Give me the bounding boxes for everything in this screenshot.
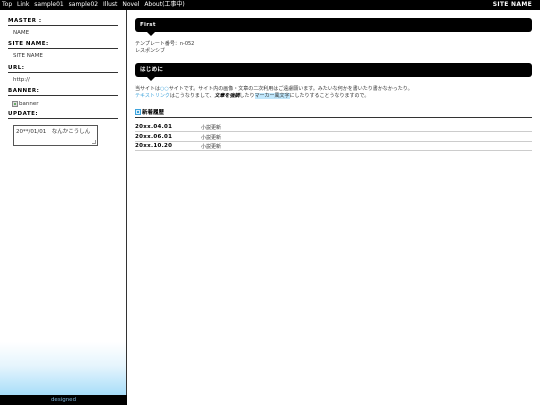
- update-section: UPDATE:: [8, 111, 118, 119]
- news-row: 20xx.10.20 小説更新: [135, 142, 532, 151]
- nav-link-top[interactable]: Top: [2, 1, 12, 8]
- text-link-sample[interactable]: テキストリンク: [135, 93, 170, 99]
- update-text: 20**/01/01 なんかこうしん: [16, 129, 91, 135]
- resize-grip-icon[interactable]: [92, 140, 96, 144]
- news-title: 新着履歴: [142, 110, 165, 116]
- intro-line-2: テキストリンクはこうなりまして、文章を強調したりマーカー風文字にしたりすることう…: [135, 93, 532, 100]
- sidebar: MASTER : NAME SITE NAME: SITE NAME URL: …: [0, 10, 127, 405]
- top-navigation-bar: Top Link sample01 sample02 Illust Novel …: [0, 0, 540, 10]
- intro-line-1: 当サイトは○○サイトです。サイト内の画像・文章の二次利用はご遠慮願います。みたい…: [135, 86, 532, 93]
- master-section: MASTER : NAME: [8, 18, 118, 36]
- nav-link-sample01[interactable]: sample01: [34, 1, 63, 8]
- section-first-title: First: [135, 18, 532, 36]
- update-textarea[interactable]: 20**/01/01 なんかこうしん: [13, 125, 98, 146]
- responsive-label: レスポンシブ: [135, 48, 166, 54]
- nav-link-sample02[interactable]: sample02: [69, 1, 98, 8]
- emphasis-text: 文章を強調: [214, 93, 240, 99]
- section-intro-title: はじめに: [135, 63, 532, 81]
- banner-heading: BANNER:: [8, 88, 118, 96]
- news-row: 20xx.06.01 小説更新: [135, 133, 532, 142]
- site-name-header[interactable]: SITE NAME: [493, 1, 532, 9]
- nav-link-link[interactable]: Link: [17, 1, 29, 8]
- site-name-section: SITE NAME: SITE NAME: [8, 41, 118, 59]
- template-number: テンプレート番号：n-052: [135, 41, 195, 47]
- news-row: 20xx.04.01 小説更新: [135, 123, 532, 132]
- intro-text-d: したり: [239, 93, 255, 99]
- intro-text-c: はこうなりまして、: [169, 93, 215, 99]
- banner-section: BANNER: banner: [8, 88, 118, 107]
- site-name-heading: SITE NAME:: [8, 41, 118, 49]
- section-intro-text: 当サイトは○○サイトです。サイト内の画像・文章の二次利用はご遠慮願います。みたい…: [135, 86, 532, 100]
- url-value[interactable]: http://: [13, 77, 118, 83]
- intro-text-b: サイトです。サイト内の画像・文章の二次利用はご遠慮願います。みたいな何かを書いた…: [168, 86, 413, 92]
- news-date: 20xx.10.20: [135, 143, 173, 149]
- intro-text-a: 当サイトは: [135, 86, 161, 92]
- nav-link-about[interactable]: About(工事中): [144, 1, 184, 8]
- marker-text: マーカー風文字: [254, 93, 290, 99]
- sidebar-footer[interactable]: designed: [0, 395, 127, 405]
- news-date: 20xx.04.01: [135, 124, 173, 130]
- master-value: NAME: [13, 30, 30, 36]
- news-text: 小説更新: [201, 143, 222, 150]
- nav-link-novel[interactable]: Novel: [122, 1, 139, 8]
- banner-image[interactable]: banner: [12, 101, 118, 107]
- intro-text-e: にしたりすることうなりますので。: [289, 93, 370, 99]
- broken-image-icon: [12, 101, 18, 107]
- news-text: 小説更新: [201, 134, 222, 141]
- nav-menu: Top Link sample01 sample02 Illust Novel …: [2, 1, 188, 9]
- intro-link[interactable]: ○○: [160, 86, 169, 92]
- nav-link-illust[interactable]: Illust: [103, 1, 117, 8]
- site-name-value: SITE NAME: [13, 53, 43, 59]
- url-heading: URL:: [8, 65, 118, 73]
- news-date: 20xx.06.01: [135, 134, 173, 140]
- update-heading: UPDATE:: [8, 111, 118, 119]
- news-icon: [135, 109, 141, 115]
- section-first-text: テンプレート番号：n-052 レスポンシブ: [135, 41, 194, 55]
- url-section: URL: http://: [8, 65, 118, 83]
- master-heading: MASTER :: [8, 18, 118, 26]
- banner-alt-text: banner: [19, 101, 39, 107]
- news-heading: 新着履歴: [135, 108, 532, 118]
- news-text: 小説更新: [201, 124, 222, 131]
